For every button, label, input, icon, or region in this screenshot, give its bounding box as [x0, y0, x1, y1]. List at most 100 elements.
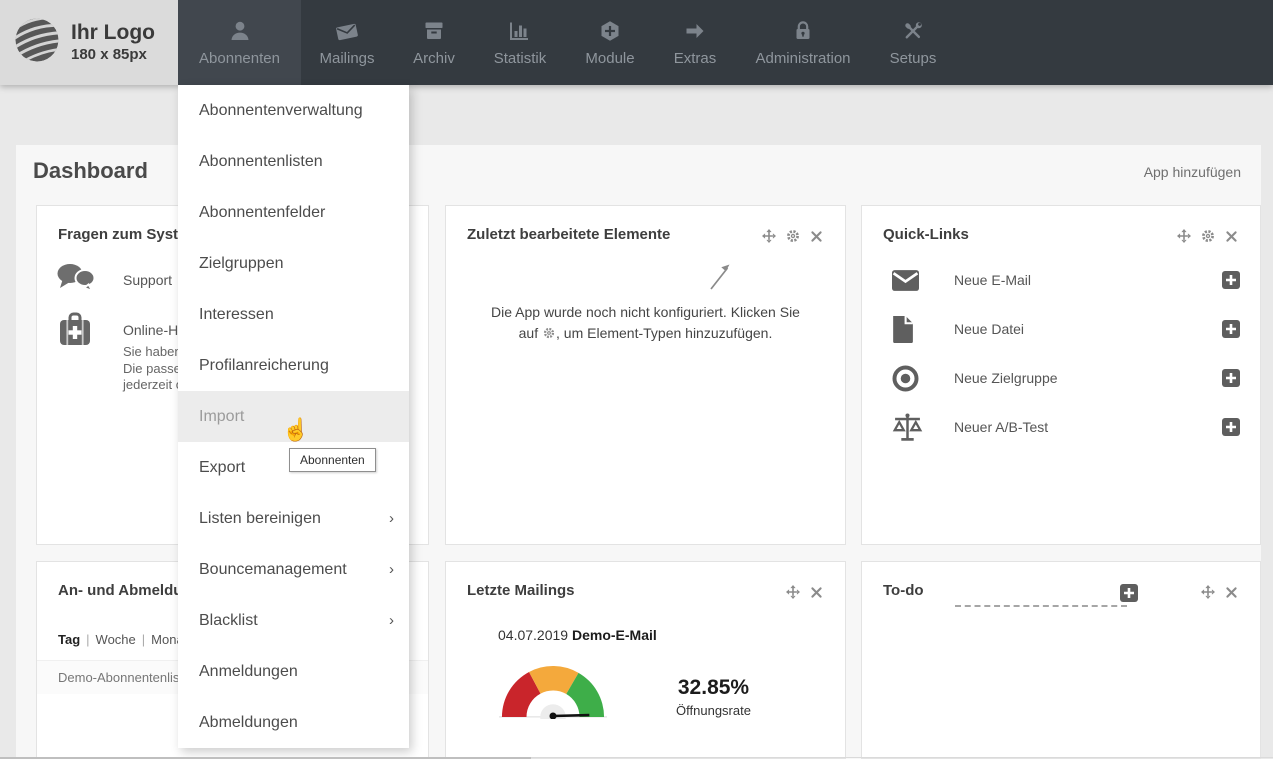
menu-item-abonnentenverwaltung[interactable]: Abonnentenverwaltung	[178, 85, 409, 136]
menu-item-label: Blacklist	[199, 612, 258, 630]
add-button[interactable]	[1222, 320, 1240, 338]
quick-link-label[interactable]: Neuer A/B-Test	[954, 419, 1222, 435]
tab-woche[interactable]: Woche	[96, 632, 136, 647]
menu-item-bouncemanagement[interactable]: Bouncemanagement›	[178, 544, 409, 595]
quick-link-label[interactable]: Neue Zielgruppe	[954, 370, 1222, 386]
drag-move-icon[interactable]	[1177, 229, 1191, 243]
period-tabs: Tag|Woche|Monat	[58, 632, 187, 647]
quick-link-label[interactable]: Neue Datei	[954, 321, 1222, 337]
close-icon[interactable]	[1225, 230, 1238, 243]
drag-move-icon[interactable]	[1201, 585, 1215, 599]
submenu-chevron-icon: ›	[389, 613, 394, 628]
open-rate-value: 32.85%	[631, 676, 796, 700]
medical-bag-icon	[58, 312, 92, 353]
todo-input[interactable]	[955, 590, 1127, 607]
submenu-chevron-icon: ›	[389, 511, 394, 526]
menu-item-abonnentenlisten[interactable]: Abonnentenlisten	[178, 136, 409, 187]
nav-item-label: Statistik	[494, 50, 547, 67]
nav-item-administration[interactable]: Administration	[735, 0, 871, 85]
nav-item-abonnenten[interactable]: Abonnenten	[178, 0, 301, 85]
tools-icon	[901, 19, 925, 43]
menu-item-interessen[interactable]: Interessen	[178, 289, 409, 340]
drag-move-icon[interactable]	[762, 229, 776, 243]
nav-item-module[interactable]: Module	[565, 0, 655, 85]
menu-item-label: Zielgruppen	[199, 255, 284, 273]
gear-icon	[543, 324, 555, 345]
mailing-date: 04.07.2019	[498, 627, 568, 643]
add-button[interactable]	[1222, 418, 1240, 436]
menu-item-profilanreicherung[interactable]: Profilanreicherung	[178, 340, 409, 391]
envelope-icon	[334, 19, 360, 43]
nav-item-label: Extras	[674, 50, 717, 67]
pointer-arrow-icon	[706, 256, 736, 299]
user-icon	[228, 19, 252, 43]
gear-icon[interactable]	[1201, 229, 1215, 243]
lock-icon	[791, 19, 815, 43]
drag-move-icon[interactable]	[786, 585, 800, 599]
nav-item-label: Setups	[890, 50, 937, 67]
close-icon[interactable]	[810, 230, 823, 243]
quick-link-row: Neue Datei	[892, 307, 1240, 351]
menu-item-label: Bouncemanagement	[199, 561, 347, 579]
menu-item-blacklist[interactable]: Blacklist ›	[178, 595, 409, 646]
support-link[interactable]: Support	[123, 272, 172, 288]
page-title: Dashboard	[33, 158, 148, 184]
logo-title: Ihr Logo	[71, 21, 155, 46]
tab-separator: |	[86, 632, 89, 647]
widget-title: Quick-Links	[883, 226, 969, 243]
open-rate-label: Öffnungsrate	[631, 703, 796, 718]
menu-item-label: Export	[199, 459, 245, 477]
widget-title: Letzte Mailings	[467, 582, 575, 599]
chat-bubbles-icon	[55, 262, 97, 299]
scale-icon	[892, 413, 940, 442]
bottom-edge-line	[531, 757, 1273, 758]
close-icon[interactable]	[810, 586, 823, 599]
close-icon[interactable]	[1225, 586, 1238, 599]
logo[interactable]: Ihr Logo 180 x 85px	[0, 0, 178, 85]
gear-icon[interactable]	[786, 229, 800, 243]
widget-letzte-mailings: Letzte Mailings 04.07.2019 Demo-E-Mail 3…	[445, 561, 846, 759]
nav-item-setups[interactable]: Setups	[871, 0, 955, 85]
menu-item-abmeldungen[interactable]: Abmeldungen	[178, 697, 409, 748]
oeffnungsrate-gauge	[499, 662, 607, 724]
menu-item-zielgruppen[interactable]: Zielgruppen	[178, 238, 409, 289]
menu-item-label: Abonnentenlisten	[199, 153, 323, 171]
bar-chart-icon	[508, 19, 532, 43]
quick-link-label[interactable]: Neue E-Mail	[954, 272, 1222, 288]
mailing-date-line[interactable]: 04.07.2019 Demo-E-Mail	[498, 627, 657, 643]
add-todo-button[interactable]	[1120, 584, 1138, 602]
mailing-name: Demo-E-Mail	[572, 627, 657, 643]
arrow-right-icon	[683, 19, 707, 43]
top-nav: Ihr Logo 180 x 85px Abonnenten Mailings …	[0, 0, 1273, 85]
widget-quick-links: Quick-Links Neue E-Mail Neue Datei Neue …	[861, 205, 1261, 545]
tab-separator: |	[142, 632, 145, 647]
widget-todo: To-do	[861, 561, 1261, 759]
envelope-icon	[892, 270, 940, 291]
widget-title: To-do	[883, 582, 924, 599]
archive-box-icon	[422, 19, 446, 43]
menu-item-listen-bereinigen[interactable]: Listen bereinigen›	[178, 493, 409, 544]
nav-item-mailings[interactable]: Mailings	[301, 0, 393, 85]
nav-item-label: Administration	[755, 50, 850, 67]
quick-link-row: Neue E-Mail	[892, 258, 1240, 302]
add-button[interactable]	[1222, 271, 1240, 289]
widget-title: Zuletzt bearbeitete Elemente	[467, 226, 670, 243]
tooltip: Abonnenten	[289, 448, 376, 472]
nav-item-extras[interactable]: Extras	[655, 0, 735, 85]
globe-logo-icon	[13, 16, 61, 69]
menu-item-label: Abonnentenfelder	[199, 204, 325, 222]
menu-item-label: Import	[199, 408, 244, 426]
menu-item-abonnentenfelder[interactable]: Abonnentenfelder	[178, 187, 409, 238]
add-app-link[interactable]: App hinzufügen	[1144, 164, 1241, 180]
target-icon	[892, 365, 940, 392]
widget-zuletzt-bearbeitete-elemente: Zuletzt bearbeitete Elemente Die App wur…	[445, 205, 846, 545]
nav-item-statistik[interactable]: Statistik	[475, 0, 565, 85]
quick-link-row: Neuer A/B-Test	[892, 405, 1240, 449]
nav-item-archiv[interactable]: Archiv	[393, 0, 475, 85]
menu-item-anmeldungen[interactable]: Anmeldungen	[178, 646, 409, 697]
tab-tag[interactable]: Tag	[58, 632, 80, 647]
logo-subtitle: 180 x 85px	[71, 46, 155, 64]
menu-item-label: Profilanreicherung	[199, 357, 329, 375]
nav-item-label: Archiv	[413, 50, 455, 67]
add-button[interactable]	[1222, 369, 1240, 387]
